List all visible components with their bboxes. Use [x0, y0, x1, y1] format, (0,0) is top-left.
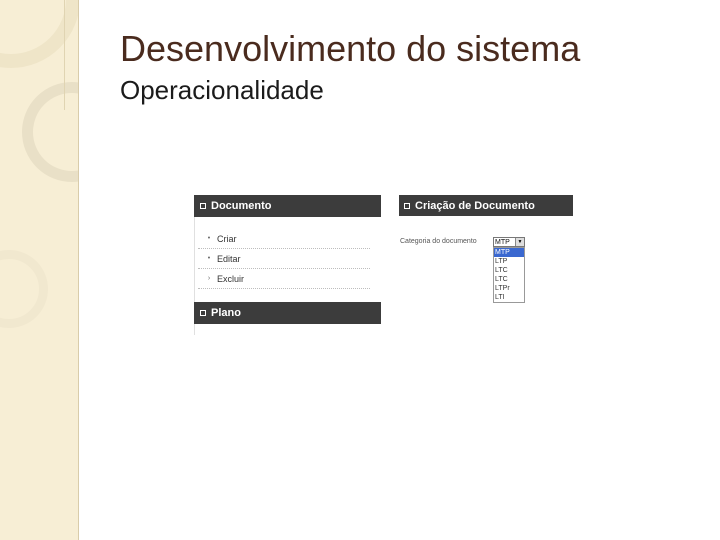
- bullet-icon: ›: [207, 275, 211, 282]
- slide-subtitle: Operacionalidade: [120, 75, 324, 105]
- creation-header: Criação de Documento: [399, 195, 573, 216]
- menu-item-label: Criar: [217, 233, 237, 244]
- plan-header-label: Plano: [211, 307, 241, 319]
- document-menu: • Criar • Editar › Excluir: [198, 229, 370, 289]
- expand-icon: [404, 202, 410, 209]
- category-option[interactable]: MTP: [494, 248, 524, 257]
- category-option[interactable]: LTC: [494, 266, 524, 275]
- decorative-line: [64, 0, 65, 110]
- bullet-icon: •: [207, 255, 211, 262]
- creation-header-label: Criação de Documento: [415, 199, 535, 212]
- decorative-ring: [0, 0, 78, 68]
- decorative-ring: [0, 250, 48, 328]
- category-option[interactable]: LTP: [494, 257, 524, 266]
- bullet-icon: •: [207, 235, 211, 242]
- document-menu-panel: Documento • Criar • Editar › Excluir Pla…: [194, 195, 381, 335]
- category-select[interactable]: MTP ▼: [493, 237, 525, 247]
- document-header-label: Documento: [211, 200, 272, 212]
- category-option[interactable]: LTC: [494, 275, 524, 284]
- menu-item-criar[interactable]: • Criar: [198, 229, 370, 249]
- category-option[interactable]: LTI: [494, 293, 524, 302]
- expand-icon: [200, 310, 206, 316]
- category-label: Categoria do documento: [400, 238, 477, 245]
- category-select-value: MTP: [495, 238, 510, 246]
- menu-item-label: Excluir: [217, 273, 245, 284]
- document-creation-panel: Criação de Documento Categoria do docume…: [399, 195, 573, 310]
- category-options-list: MTP LTP LTC LTC LTPr LTI: [493, 247, 525, 303]
- decorative-sidebar: [0, 0, 79, 540]
- menu-item-label: Editar: [217, 253, 241, 264]
- menu-item-excluir[interactable]: › Excluir: [198, 269, 370, 289]
- plan-header[interactable]: Plano: [194, 302, 381, 324]
- expand-icon: [200, 203, 206, 209]
- category-option[interactable]: LTPr: [494, 284, 524, 293]
- decorative-ring: [22, 82, 78, 182]
- document-header[interactable]: Documento: [194, 195, 381, 217]
- menu-item-editar[interactable]: • Editar: [198, 249, 370, 269]
- chevron-down-icon[interactable]: ▼: [515, 238, 524, 246]
- slide-title: Desenvolvimento do sistema: [120, 28, 581, 69]
